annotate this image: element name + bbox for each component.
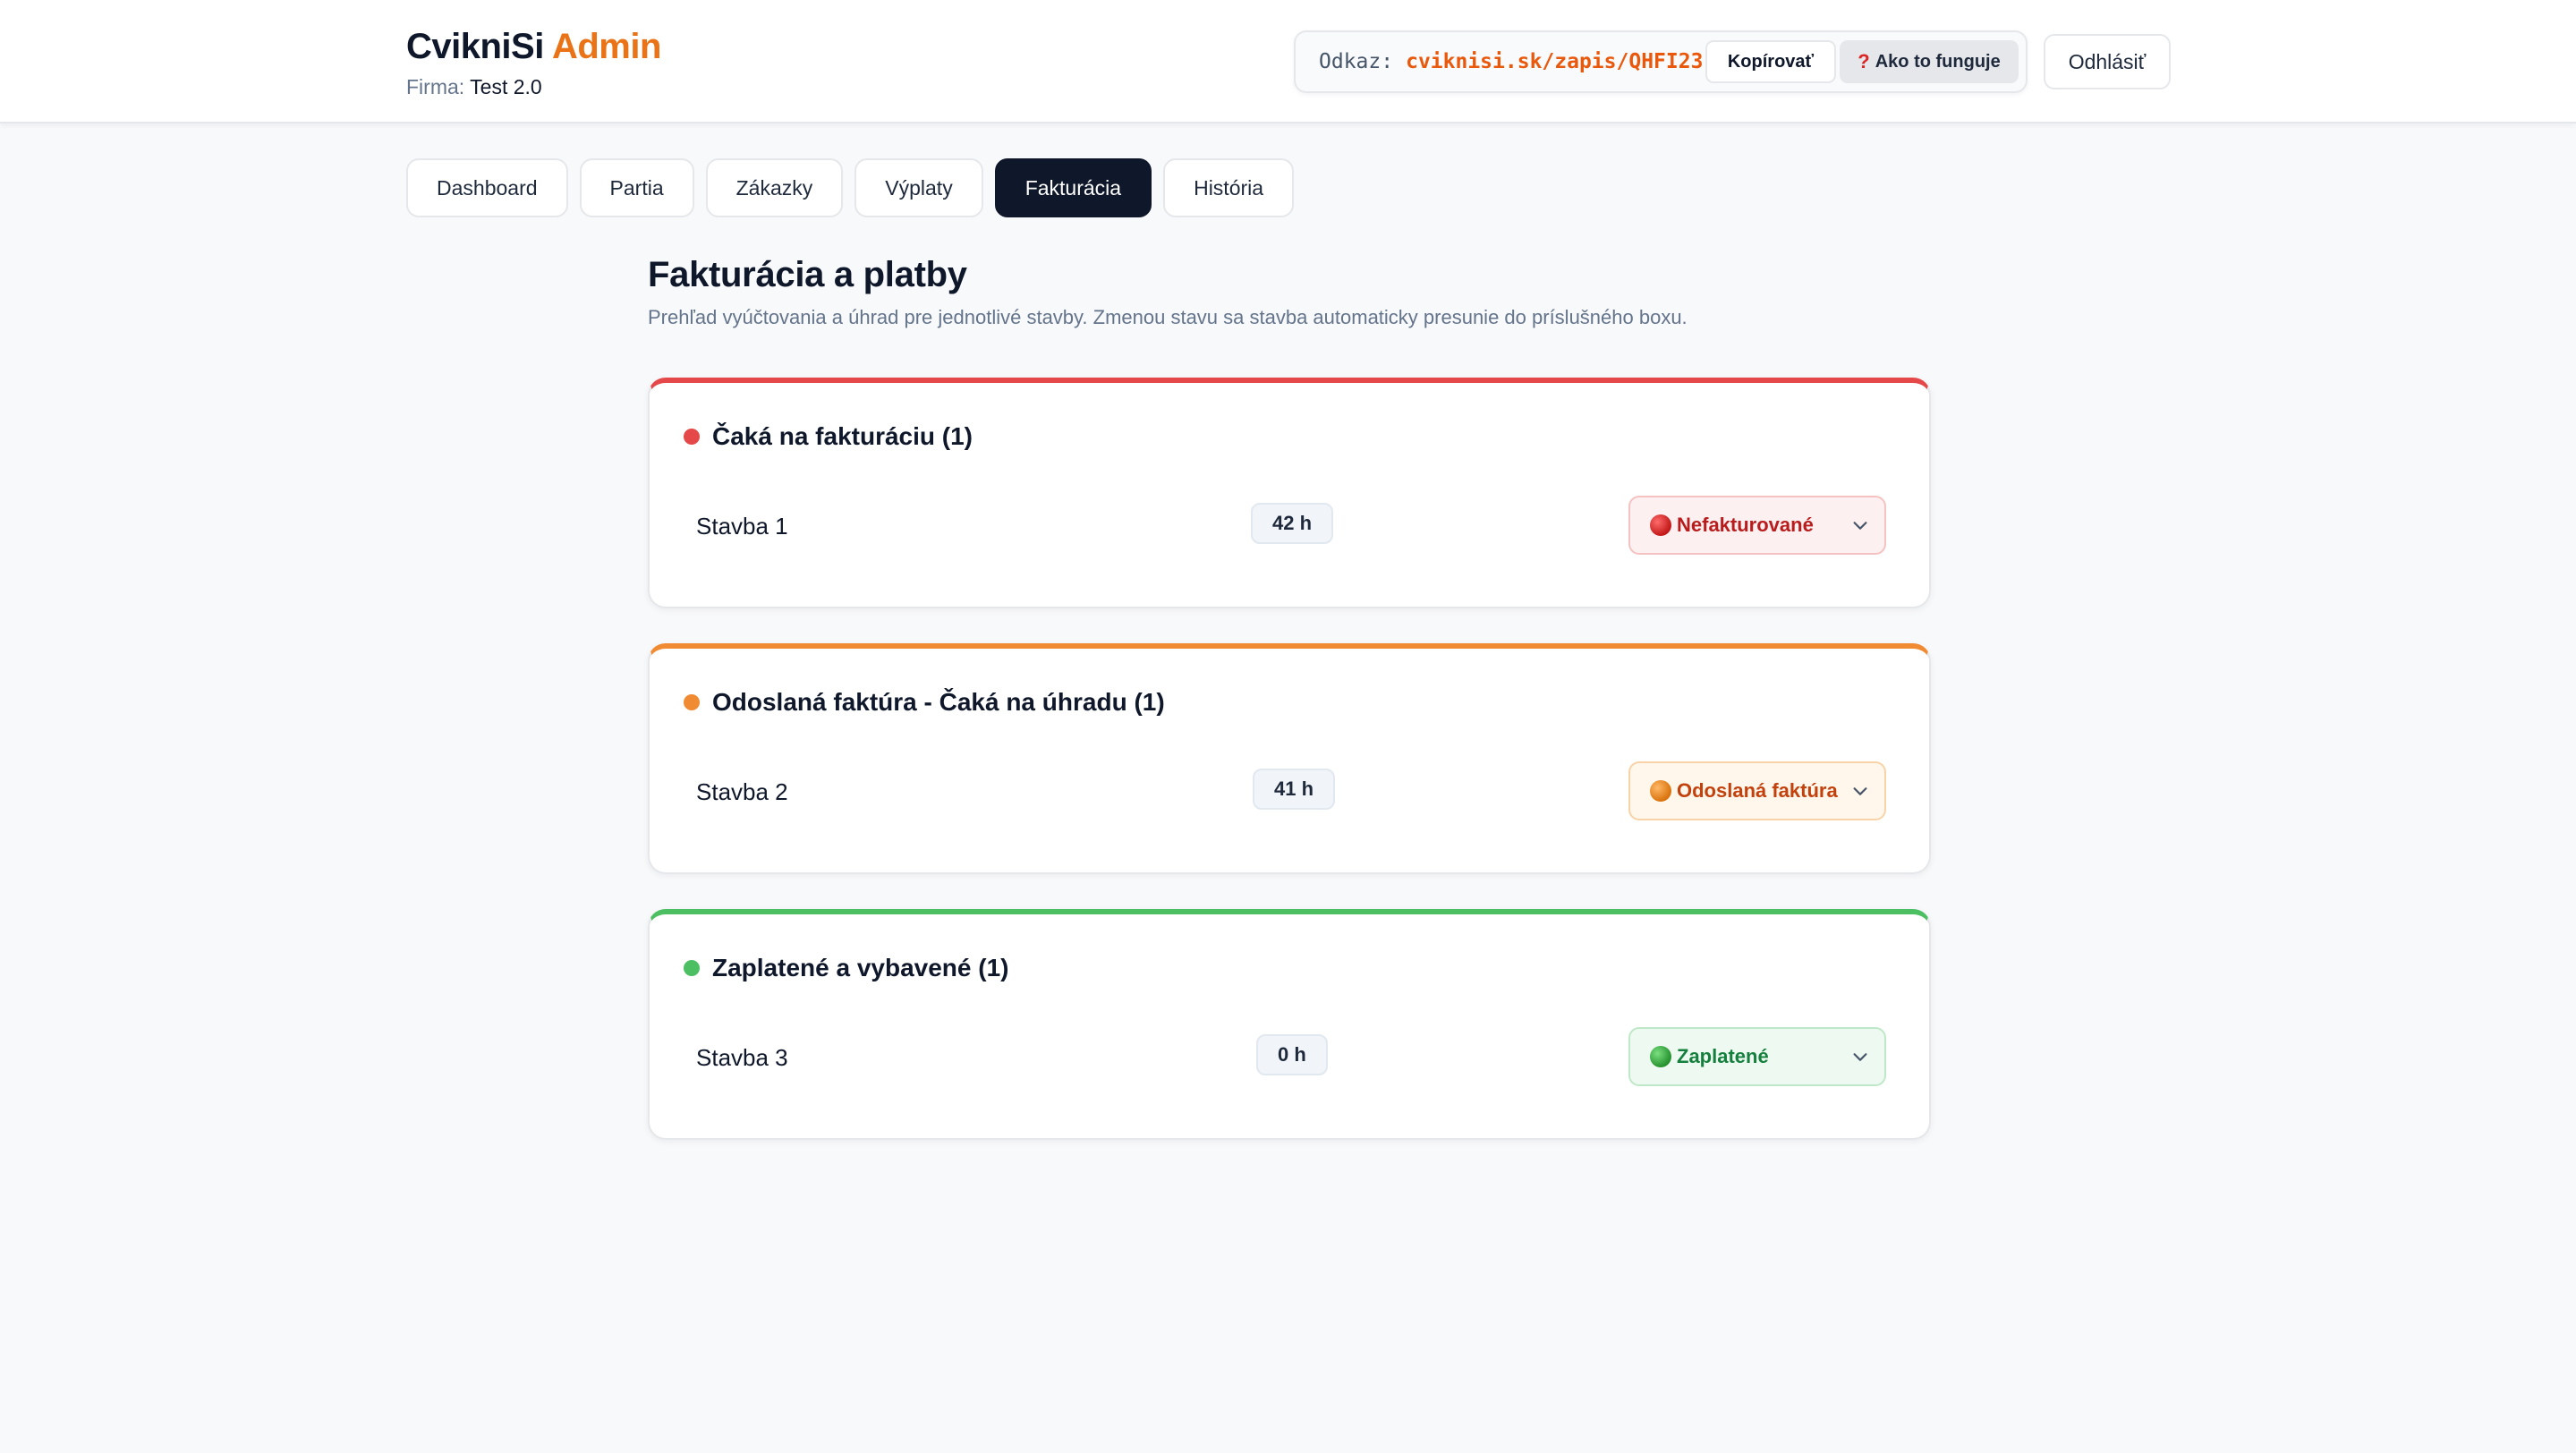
question-icon: ? — [1858, 50, 1870, 72]
group-card-paid: Zaplatené a vybavené (1) Stavba 3 0 h Za… — [648, 909, 1931, 1140]
status-dot-icon — [684, 429, 700, 445]
tab-fakturacia[interactable]: Fakturácia — [994, 158, 1152, 217]
how-it-works-label: Ako to funguje — [1875, 51, 2001, 72]
status-value: Nefakturované — [1677, 514, 1814, 536]
brand-name: CvikniSi — [406, 27, 544, 66]
company-name: Test 2.0 — [470, 75, 542, 98]
brand-accent: Admin — [551, 27, 661, 66]
status-select[interactable]: Odoslaná faktúra — [1628, 761, 1886, 820]
red-circle-icon — [1650, 514, 1671, 536]
app-title: CvikniSi Admin — [406, 25, 661, 68]
project-name: Stavba 2 — [696, 778, 788, 805]
tab-zakazky[interactable]: Zákazky — [705, 158, 844, 217]
invite-link-url[interactable]: cviknisi.sk/zapis/QHFI23 — [1406, 50, 1703, 73]
top-header: CvikniSi Admin Firma: Test 2.0 Odkaz: cv… — [0, 0, 2576, 123]
status-select[interactable]: Nefakturované — [1628, 496, 1886, 555]
page-title: Fakturácia a platby — [648, 255, 967, 294]
tab-partia[interactable]: Partia — [579, 158, 694, 217]
invite-link-label: Odkaz: — [1319, 50, 1394, 73]
group-header: Čaká na fakturáciu (1) — [684, 422, 973, 451]
status-value: Odoslaná faktúra — [1677, 779, 1838, 802]
tab-vyplaty[interactable]: Výplaty — [854, 158, 983, 217]
invite-link-box: Odkaz: cviknisi.sk/zapis/QHFI23 Kopírova… — [1294, 30, 2028, 93]
group-card-awaiting-invoice: Čaká na fakturáciu (1) Stavba 1 42 h Nef… — [648, 378, 1931, 608]
chevron-down-icon — [1853, 522, 1867, 530]
chevron-down-icon — [1853, 787, 1867, 795]
company-line: Firma: Test 2.0 — [406, 73, 661, 100]
project-name: Stavba 3 — [696, 1044, 788, 1071]
green-circle-icon — [1650, 1046, 1671, 1067]
group-title: Odoslaná faktúra - Čaká na úhradu (1) — [712, 688, 1165, 716]
project-name: Stavba 1 — [696, 513, 788, 540]
logout-button[interactable]: Odhlásiť — [2044, 34, 2171, 89]
how-it-works-button[interactable]: ? Ako to funguje — [1840, 40, 2019, 83]
orange-circle-icon — [1650, 780, 1671, 802]
tab-dashboard[interactable]: Dashboard — [406, 158, 568, 217]
company-label: Firma: — [406, 75, 465, 98]
page-description: Prehľad vyúčtovania a úhrad pre jednotli… — [648, 306, 1688, 328]
status-select[interactable]: Zaplatené — [1628, 1027, 1886, 1086]
chevron-down-icon — [1853, 1053, 1867, 1061]
group-title: Čaká na fakturáciu (1) — [712, 422, 973, 450]
group-header: Zaplatené a vybavené (1) — [684, 954, 1008, 982]
hours-badge: 41 h — [1253, 769, 1336, 810]
hours-badge: 42 h — [1251, 503, 1334, 544]
status-dot-icon — [684, 960, 700, 976]
copy-link-button[interactable]: Kopírovať — [1705, 40, 1836, 83]
group-card-invoice-sent: Odoslaná faktúra - Čaká na úhradu (1) St… — [648, 643, 1931, 874]
group-header: Odoslaná faktúra - Čaká na úhradu (1) — [684, 688, 1165, 717]
hours-badge: 0 h — [1256, 1034, 1328, 1075]
status-dot-icon — [684, 694, 700, 710]
group-title: Zaplatené a vybavené (1) — [712, 954, 1009, 981]
brand: CvikniSi Admin Firma: Test 2.0 — [406, 25, 661, 100]
status-value: Zaplatené — [1677, 1045, 1769, 1067]
main-tabs: Dashboard Partia Zákazky Výplaty Fakturá… — [406, 158, 1295, 217]
tab-historia[interactable]: História — [1163, 158, 1295, 217]
